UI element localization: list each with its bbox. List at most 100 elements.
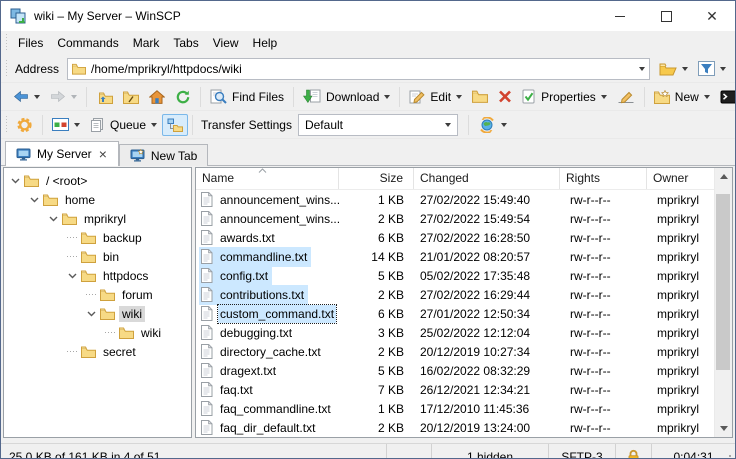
column-header-name[interactable]: Name	[196, 168, 339, 189]
file-rights: rw-r--r--	[560, 381, 647, 399]
chevron-down-icon	[704, 95, 710, 99]
encryption-indicator[interactable]	[616, 444, 652, 459]
delete-button[interactable]	[493, 86, 517, 107]
main-toolbar: Find Files Download Edit Properties	[1, 83, 735, 111]
toolbar-grip[interactable]	[5, 116, 8, 134]
minimize-button[interactable]	[597, 1, 643, 31]
home-button[interactable]	[144, 86, 170, 108]
menu-commands[interactable]: Commands	[50, 33, 125, 53]
find-files-button[interactable]: Find Files	[205, 85, 289, 108]
open-directory-button[interactable]	[654, 58, 693, 80]
preferences-button[interactable]	[11, 113, 38, 137]
file-row[interactable]: faq_commandline.txt1 KB17/12/2010 11:45:…	[196, 399, 715, 418]
new-button[interactable]: New	[649, 86, 715, 108]
close-tab-icon[interactable]: ×	[98, 147, 108, 161]
address-input[interactable]: /home/mprikryl/httpdocs/wiki	[67, 58, 650, 80]
address-dropdown-icon[interactable]	[639, 67, 645, 71]
file-icon	[201, 306, 213, 321]
tree-item[interactable]: forum	[4, 285, 191, 304]
menu-mark[interactable]: Mark	[126, 33, 167, 53]
tree-item[interactable]: home	[4, 190, 191, 209]
scroll-down-button[interactable]	[715, 420, 732, 437]
forward-button[interactable]	[45, 86, 82, 107]
file-row[interactable]: announcement_wins...2 KB27/02/2022 15:49…	[196, 209, 715, 228]
tree-item[interactable]: secret	[4, 342, 191, 361]
file-row[interactable]: awards.txt6 KB27/02/2022 16:28:50rw-r--r…	[196, 228, 715, 247]
download-button[interactable]: Download	[298, 85, 395, 108]
edit-button[interactable]: Edit	[404, 85, 467, 108]
chevron-down-icon[interactable]	[84, 309, 98, 318]
tree-item[interactable]: backup	[4, 228, 191, 247]
file-changed: 21/01/2022 08:20:57	[414, 248, 560, 266]
file-row[interactable]: contributions.txt2 KB27/02/2022 16:29:44…	[196, 285, 715, 304]
tree-item[interactable]: mprikryl	[4, 209, 191, 228]
column-header-owner[interactable]: Owner	[647, 168, 715, 189]
column-header-changed[interactable]: Changed	[414, 168, 560, 189]
menu-tabs[interactable]: Tabs	[166, 33, 205, 53]
tree-item[interactable]: / <root>	[4, 171, 191, 190]
file-row[interactable]: directory_cache.txt2 KB20/12/2019 10:27:…	[196, 342, 715, 361]
close-button[interactable]: ✕	[689, 1, 735, 31]
panel-layout-button[interactable]	[47, 114, 85, 135]
file-row[interactable]: custom_command.txt6 KB27/01/2022 12:50:3…	[196, 304, 715, 323]
column-header-rights[interactable]: Rights	[560, 168, 647, 189]
menu-files[interactable]: Files	[11, 33, 50, 53]
file-row[interactable]: debugging.txt3 KB25/02/2022 12:12:04rw-r…	[196, 323, 715, 342]
file-row[interactable]: faq_dir_default.txt2 KB20/12/2019 13:24:…	[196, 418, 715, 437]
back-button[interactable]	[8, 86, 45, 107]
session-duration: 0:04:31	[652, 444, 735, 459]
tree-item[interactable]: bin	[4, 247, 191, 266]
up-directory-button[interactable]	[91, 86, 118, 108]
file-rights: rw-r--r--	[560, 362, 647, 380]
file-row[interactable]: announcement_wins...1 KB27/02/2022 15:49…	[196, 190, 715, 209]
queue-button[interactable]: Queue	[85, 114, 162, 136]
open-dir-slash-button[interactable]	[118, 86, 144, 108]
tab-my-server[interactable]: My Server×	[5, 141, 119, 166]
tree-item-label: wiki	[119, 306, 145, 322]
column-header-size[interactable]: Size	[339, 168, 414, 189]
hidden-files-indicator[interactable]: 1 hidden	[432, 444, 549, 459]
tree-item[interactable]: wiki	[4, 323, 191, 342]
folder-up-icon	[96, 90, 113, 104]
menu-help[interactable]: Help	[246, 33, 285, 53]
refresh-button[interactable]	[170, 86, 196, 108]
synchronize-browsing-button[interactable]	[473, 113, 512, 137]
file-row[interactable]: commandline.txt14 KB21/01/2022 08:20:57r…	[196, 247, 715, 266]
file-size: 14 KB	[339, 248, 414, 266]
console-button[interactable]	[715, 86, 736, 108]
chevron-down-icon[interactable]	[46, 214, 60, 223]
file-row[interactable]: config.txt5 KB05/02/2022 17:35:48rw-r--r…	[196, 266, 715, 285]
folder-icon	[62, 213, 77, 225]
rename-button[interactable]	[612, 86, 640, 108]
file-owner: mprikryl	[647, 305, 715, 323]
file-row[interactable]: dragext.txt5 KB16/02/2022 08:32:29rw-r--…	[196, 361, 715, 380]
content-area: / <root>homemprikrylbackupbinhttpdocsfor…	[1, 166, 735, 440]
file-size: 6 KB	[339, 229, 414, 247]
filter-button[interactable]	[693, 57, 731, 80]
menu-view[interactable]: View	[206, 33, 246, 53]
scrollbar-thumb[interactable]	[716, 194, 730, 370]
scroll-up-button[interactable]	[715, 168, 732, 185]
chevron-down-icon[interactable]	[27, 195, 41, 204]
properties-button[interactable]: Properties	[517, 85, 612, 108]
duplicate-button[interactable]	[467, 86, 493, 107]
file-changed: 16/02/2022 08:32:29	[414, 362, 560, 380]
toolbar-grip[interactable]	[5, 34, 8, 52]
file-owner: mprikryl	[647, 248, 715, 266]
toolbar-separator	[399, 87, 400, 107]
tree-toggle-button[interactable]	[162, 114, 188, 136]
tree-item[interactable]: httpdocs	[4, 266, 191, 285]
transfer-settings-select[interactable]: Default	[298, 114, 458, 136]
chevron-down-icon[interactable]	[65, 271, 79, 280]
delete-x-icon	[498, 90, 512, 103]
vertical-scrollbar[interactable]	[714, 168, 732, 437]
file-row[interactable]: faq.txt7 KB26/12/2021 12:34:21rw-r--r--m…	[196, 380, 715, 399]
chevron-down-icon[interactable]	[8, 176, 22, 185]
file-list-header: Name Size Changed Rights Owner	[196, 168, 715, 190]
tab-new-tab[interactable]: New Tab	[119, 144, 208, 166]
console-icon	[720, 90, 736, 104]
protocol-indicator[interactable]: SFTP-3	[549, 444, 616, 459]
maximize-button[interactable]	[643, 1, 689, 31]
toolbar-grip[interactable]	[5, 60, 8, 78]
tree-item[interactable]: wiki	[4, 304, 191, 323]
